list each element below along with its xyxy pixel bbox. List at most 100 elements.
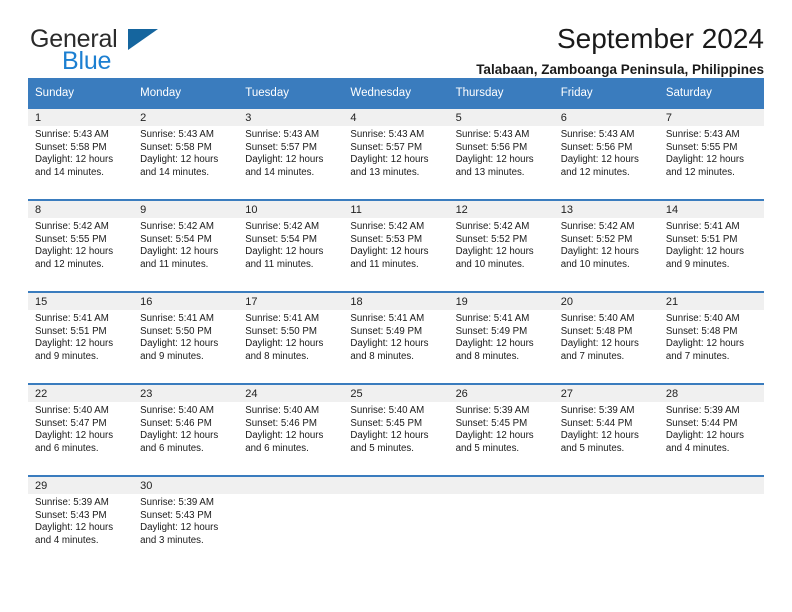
daylight-text: Daylight: 12 hours and 3 minutes.: [140, 522, 219, 546]
calendar-day-cell[interactable]: [448, 475, 554, 567]
calendar-week-row: 1 Sunrise: 5:43 AM Sunset: 5:58 PM Daylight…: [28, 107, 764, 200]
day-cell-content: 27 Sunrise: 5:39 AM Sunset: 5:44 PM Dayligh…: [553, 385, 659, 475]
day-cell-content: 23 Sunrise: 5:40 AM Sunset: 5:46 PM Dayligh…: [133, 385, 239, 475]
calendar-day-cell[interactable]: 18 Sunrise: 5:41 AM Sunset: 5:49 PM Dayligh…: [343, 291, 449, 384]
sunset-text: Sunset: 5:45 PM: [350, 417, 423, 429]
calendar-day-cell[interactable]: [553, 475, 659, 567]
sunset-text: Sunset: 5:46 PM: [245, 417, 317, 429]
calendar-day-cell[interactable]: 7 Sunrise: 5:43 AM Sunset: 5:55 PM Daylight…: [658, 107, 764, 200]
calendar-day-cell[interactable]: 26 Sunrise: 5:39 AM Sunset: 5:45 PM Dayligh…: [448, 383, 554, 476]
daylight-text: Daylight: 12 hours and 8 minutes.: [245, 338, 324, 362]
calendar-day-cell[interactable]: 29 Sunrise: 5:39 AM Sunset: 5:43 PM Dayligh…: [28, 475, 134, 567]
day-number: 18: [343, 293, 449, 310]
weekday-header-sunday: Sunday: [28, 78, 134, 108]
calendar-day-cell[interactable]: 6 Sunrise: 5:43 AM Sunset: 5:56 PM Daylight…: [553, 107, 659, 200]
calendar-body: 1 Sunrise: 5:43 AM Sunset: 5:58 PM Daylight…: [28, 107, 764, 567]
daylight-text: Daylight: 12 hours and 9 minutes.: [665, 246, 744, 270]
calendar-day-cell[interactable]: 9 Sunrise: 5:42 AM Sunset: 5:54 PM Daylight…: [133, 199, 239, 292]
page-title: September 2024: [556, 23, 764, 54]
daylight-text: Daylight: 12 hours and 4 minutes.: [35, 522, 114, 546]
day-number: 23: [133, 385, 239, 402]
daylight-text: Daylight: 12 hours and 10 minutes.: [455, 246, 534, 270]
day-cell-content: 29 Sunrise: 5:39 AM Sunset: 5:43 PM Dayligh…: [28, 477, 134, 567]
general-blue-logo: General Blue: [30, 26, 230, 74]
sunrise-text: Sunrise: 5:41 AM: [35, 313, 109, 324]
calendar-day-cell[interactable]: 5 Sunrise: 5:43 AM Sunset: 5:56 PM Daylight…: [448, 107, 554, 200]
sunrise-text: Sunrise: 5:43 AM: [350, 129, 425, 140]
calendar-day-cell[interactable]: 16 Sunrise: 5:41 AM Sunset: 5:50 PM Dayligh…: [133, 291, 239, 384]
sunrise-text: Sunrise: 5:39 AM: [455, 405, 530, 416]
calendar-week-row: 15 Sunrise: 5:41 AM Sunset: 5:51 PM Dayligh…: [28, 291, 764, 384]
day-number: 4: [343, 109, 449, 126]
calendar-day-cell[interactable]: 15 Sunrise: 5:41 AM Sunset: 5:51 PM Dayligh…: [28, 291, 134, 384]
calendar-day-cell[interactable]: [658, 475, 764, 567]
day-sun-info: Sunrise: 5:43 AM Sunset: 5:56 PM Daylight:…: [449, 126, 554, 179]
calendar-day-cell[interactable]: 20 Sunrise: 5:40 AM Sunset: 5:48 PM Dayligh…: [553, 291, 659, 384]
calendar-day-cell[interactable]: 27 Sunrise: 5:39 AM Sunset: 5:44 PM Dayligh…: [553, 383, 659, 476]
calendar-day-cell[interactable]: 11 Sunrise: 5:42 AM Sunset: 5:53 PM Dayligh…: [343, 199, 449, 292]
day-number: 17: [238, 293, 344, 310]
day-cell-content: 30 Sunrise: 5:39 AM Sunset: 5:43 PM Dayligh…: [133, 477, 239, 567]
calendar-day-cell[interactable]: 25 Sunrise: 5:40 AM Sunset: 5:45 PM Dayligh…: [343, 383, 449, 476]
day-cell-content: 19 Sunrise: 5:41 AM Sunset: 5:49 PM Dayligh…: [448, 293, 554, 383]
calendar-day-cell[interactable]: 8 Sunrise: 5:42 AM Sunset: 5:55 PM Daylight…: [28, 199, 134, 292]
calendar-day-cell[interactable]: 22 Sunrise: 5:40 AM Sunset: 5:47 PM Dayligh…: [28, 383, 134, 476]
calendar-day-cell[interactable]: 4 Sunrise: 5:43 AM Sunset: 5:57 PM Daylight…: [343, 107, 449, 200]
calendar-day-cell[interactable]: 2 Sunrise: 5:43 AM Sunset: 5:58 PM Daylight…: [133, 107, 239, 200]
calendar-day-cell[interactable]: 30 Sunrise: 5:39 AM Sunset: 5:43 PM Dayligh…: [133, 475, 239, 567]
calendar-day-cell[interactable]: 10 Sunrise: 5:42 AM Sunset: 5:54 PM Dayligh…: [238, 199, 344, 292]
day-number: [238, 477, 344, 494]
day-number: 29: [28, 477, 134, 494]
calendar-day-cell[interactable]: 13 Sunrise: 5:42 AM Sunset: 5:52 PM Dayligh…: [553, 199, 659, 292]
calendar-day-cell[interactable]: 12 Sunrise: 5:42 AM Sunset: 5:52 PM Dayligh…: [448, 199, 554, 292]
sunrise-text: Sunrise: 5:39 AM: [140, 497, 214, 508]
sunset-text: Sunset: 5:45 PM: [455, 417, 528, 429]
calendar-day-cell[interactable]: 14 Sunrise: 5:41 AM Sunset: 5:51 PM Dayligh…: [658, 199, 764, 292]
day-cell-content: 21 Sunrise: 5:40 AM Sunset: 5:48 PM Dayligh…: [658, 293, 764, 383]
calendar-day-cell[interactable]: 19 Sunrise: 5:41 AM Sunset: 5:49 PM Dayligh…: [448, 291, 554, 384]
daylight-text: Daylight: 12 hours and 9 minutes.: [140, 338, 219, 362]
day-cell-content: 20 Sunrise: 5:40 AM Sunset: 5:48 PM Dayligh…: [553, 293, 659, 383]
sunset-text: Sunset: 5:49 PM: [350, 325, 423, 337]
sunrise-text: Sunrise: 5:39 AM: [35, 497, 109, 508]
day-cell-empty: [448, 477, 554, 567]
day-sun-info: Sunrise: 5:41 AM Sunset: 5:50 PM Daylight:…: [238, 310, 343, 363]
day-number: 16: [133, 293, 239, 310]
day-number: 9: [133, 201, 239, 218]
day-number: 10: [238, 201, 344, 218]
sunset-text: Sunset: 5:54 PM: [140, 233, 212, 245]
calendar-day-cell[interactable]: [343, 475, 449, 567]
sunset-text: Sunset: 5:54 PM: [245, 233, 317, 245]
sunrise-text: Sunrise: 5:42 AM: [455, 221, 530, 232]
day-sun-info: Sunrise: 5:43 AM Sunset: 5:56 PM Daylight:…: [554, 126, 659, 179]
daylight-text: Daylight: 12 hours and 6 minutes.: [140, 430, 219, 454]
day-cell-content: 17 Sunrise: 5:41 AM Sunset: 5:50 PM Dayligh…: [238, 293, 344, 383]
daylight-text: Daylight: 12 hours and 12 minutes.: [560, 154, 639, 178]
daylight-text: Daylight: 12 hours and 7 minutes.: [665, 338, 744, 362]
calendar-day-cell[interactable]: 3 Sunrise: 5:43 AM Sunset: 5:57 PM Daylight…: [238, 107, 344, 200]
day-cell-content: 11 Sunrise: 5:42 AM Sunset: 5:53 PM Dayligh…: [343, 201, 449, 291]
daylight-text: Daylight: 12 hours and 12 minutes.: [35, 246, 114, 270]
calendar-day-cell[interactable]: 21 Sunrise: 5:40 AM Sunset: 5:48 PM Dayligh…: [658, 291, 764, 384]
calendar-day-cell[interactable]: 23 Sunrise: 5:40 AM Sunset: 5:46 PM Dayligh…: [133, 383, 239, 476]
day-sun-info: Sunrise: 5:40 AM Sunset: 5:48 PM Daylight:…: [659, 310, 764, 363]
sunrise-text: Sunrise: 5:43 AM: [665, 129, 740, 140]
day-sun-info: Sunrise: 5:41 AM Sunset: 5:49 PM Daylight:…: [449, 310, 554, 363]
sunrise-text: Sunrise: 5:41 AM: [455, 313, 530, 324]
sunrise-text: Sunrise: 5:39 AM: [560, 405, 635, 416]
day-cell-content: 6 Sunrise: 5:43 AM Sunset: 5:56 PM Daylight…: [553, 109, 659, 199]
calendar-day-cell[interactable]: 17 Sunrise: 5:41 AM Sunset: 5:50 PM Dayligh…: [238, 291, 344, 384]
day-cell-content: 16 Sunrise: 5:41 AM Sunset: 5:50 PM Dayligh…: [133, 293, 239, 383]
sunrise-text: Sunrise: 5:43 AM: [560, 129, 635, 140]
calendar-day-cell[interactable]: 28 Sunrise: 5:39 AM Sunset: 5:44 PM Dayligh…: [658, 383, 764, 476]
day-cell-empty: [238, 477, 344, 567]
daylight-text: Daylight: 12 hours and 11 minutes.: [350, 246, 429, 270]
sunrise-text: Sunrise: 5:40 AM: [350, 405, 425, 416]
calendar-day-cell[interactable]: [238, 475, 344, 567]
day-sun-info: Sunrise: 5:41 AM Sunset: 5:51 PM Daylight:…: [28, 310, 133, 363]
calendar-day-cell[interactable]: 24 Sunrise: 5:40 AM Sunset: 5:46 PM Dayligh…: [238, 383, 344, 476]
daylight-text: Daylight: 12 hours and 14 minutes.: [140, 154, 219, 178]
day-sun-info: Sunrise: 5:43 AM Sunset: 5:57 PM Daylight:…: [238, 126, 343, 179]
day-cell-content: 14 Sunrise: 5:41 AM Sunset: 5:51 PM Dayligh…: [658, 201, 764, 291]
calendar-day-cell[interactable]: 1 Sunrise: 5:43 AM Sunset: 5:58 PM Daylight…: [28, 107, 134, 200]
